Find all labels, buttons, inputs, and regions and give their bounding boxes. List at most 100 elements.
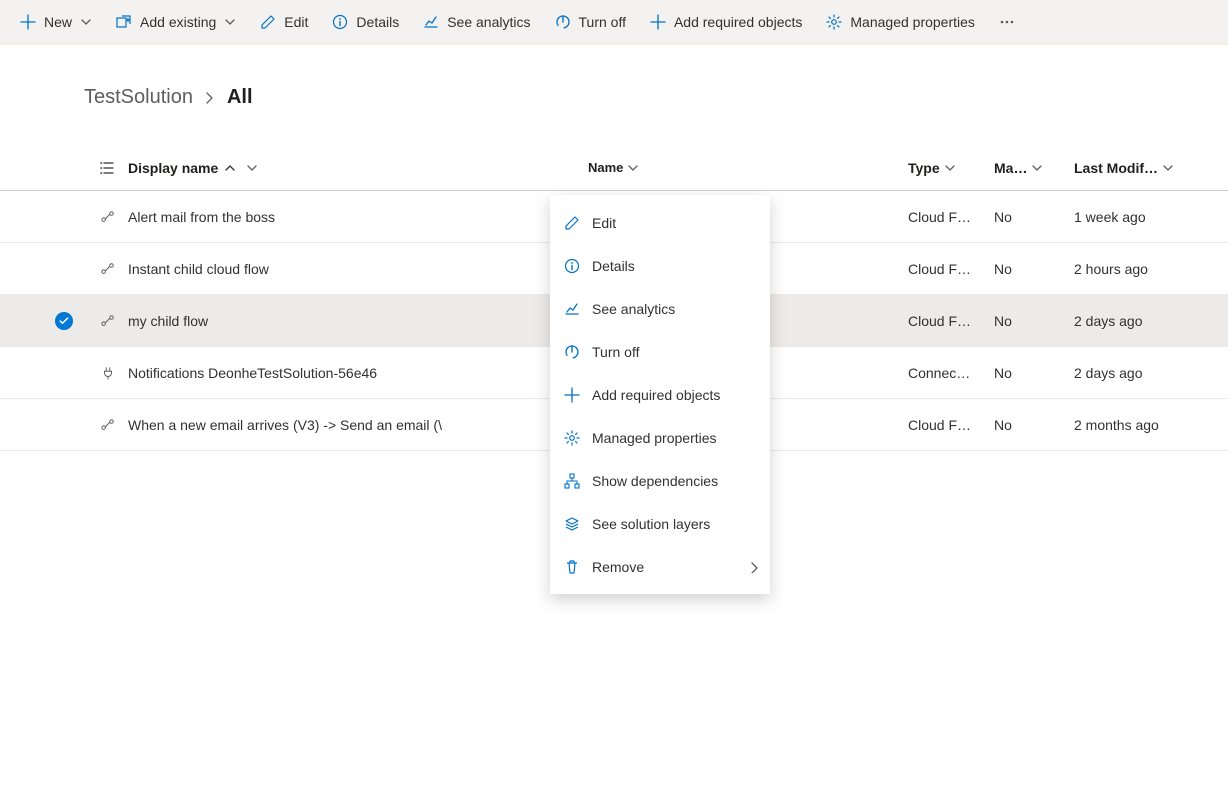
col-name-label: Name (588, 160, 623, 175)
edit-button[interactable]: Edit (248, 0, 320, 44)
flow-icon (101, 418, 115, 432)
ctx-add-required[interactable]: Add required objects (550, 373, 770, 416)
power-icon (564, 344, 580, 360)
row-selected-check-icon[interactable] (55, 312, 73, 330)
layers-icon (564, 516, 580, 532)
chevron-right-icon (203, 91, 217, 105)
row-managed: No (994, 417, 1012, 433)
col-type[interactable]: Type (908, 160, 994, 176)
ctx-analytics[interactable]: See analytics (550, 287, 770, 330)
new-label: New (44, 14, 72, 30)
row-type: Cloud F… (908, 261, 971, 277)
grid-header-row: Display name Name Type Ma… Last Modif… (0, 145, 1228, 191)
chart-icon (423, 14, 439, 30)
col-type-label: Type (908, 160, 940, 176)
col-display-name[interactable]: Display name (128, 160, 544, 176)
command-bar: New Add existing Edit Details See analyt… (0, 0, 1228, 44)
managed-properties-button[interactable]: Managed properties (814, 0, 987, 44)
chevron-down-icon (1162, 162, 1174, 174)
row-display-name: Instant child cloud flow (128, 261, 269, 277)
col-managed-label: Ma… (994, 160, 1027, 176)
add-existing-icon (116, 14, 132, 30)
row-type: Cloud F… (908, 417, 971, 433)
chevron-down-icon (80, 16, 92, 28)
col-display-name-label: Display name (128, 160, 218, 176)
ctx-managed-props[interactable]: Managed properties (550, 416, 770, 459)
row-display-name: When a new email arrives (V3) -> Send an… (128, 417, 442, 433)
row-modified: 2 hours ago (1074, 261, 1148, 277)
col-name[interactable]: Name (588, 160, 908, 175)
row-managed: No (994, 365, 1012, 381)
ctx-show-dependencies[interactable]: Show dependencies (550, 459, 770, 502)
ctx-turn-off[interactable]: Turn off (550, 330, 770, 373)
flow-icon (101, 262, 115, 276)
ctx-deps-label: Show dependencies (592, 473, 718, 489)
ctx-remove[interactable]: Remove (550, 545, 770, 588)
row-modified: 2 days ago (1074, 365, 1143, 381)
chevron-down-icon (224, 16, 236, 28)
list-icon[interactable] (100, 160, 116, 176)
analytics-label: See analytics (447, 14, 530, 30)
info-icon (332, 14, 348, 30)
ctx-details[interactable]: Details (550, 244, 770, 287)
col-modified-label: Last Modif… (1074, 160, 1158, 176)
row-managed: No (994, 261, 1012, 277)
add-existing-button[interactable]: Add existing (104, 0, 248, 44)
row-modified: 2 months ago (1074, 417, 1159, 433)
gear-icon (826, 14, 842, 30)
turn-off-button[interactable]: Turn off (543, 0, 638, 44)
ctx-turn-off-label: Turn off (592, 344, 639, 360)
row-display-name: Notifications DeonheTestSolution-56e46 (128, 365, 377, 381)
ctx-details-label: Details (592, 258, 635, 274)
info-icon (564, 258, 580, 274)
new-button[interactable]: New (8, 0, 104, 44)
row-type: Connec… (908, 365, 970, 381)
row-modified: 1 week ago (1074, 209, 1146, 225)
turn-off-label: Turn off (579, 14, 626, 30)
edit-label: Edit (284, 14, 308, 30)
more-horizontal-icon (999, 14, 1015, 30)
managed-props-label: Managed properties (850, 14, 975, 30)
details-button[interactable]: Details (320, 0, 411, 44)
chevron-down-icon (944, 162, 956, 174)
row-managed: No (994, 313, 1012, 329)
chart-icon (564, 301, 580, 317)
chevron-right-icon (748, 561, 760, 573)
see-analytics-button[interactable]: See analytics (411, 0, 542, 44)
chevron-down-icon (627, 162, 639, 174)
ctx-remove-label: Remove (592, 559, 644, 575)
add-existing-label: Add existing (140, 14, 216, 30)
ctx-solution-layers[interactable]: See solution layers (550, 502, 770, 545)
ctx-edit[interactable]: Edit (550, 201, 770, 244)
row-display-name: my child flow (128, 313, 208, 329)
chevron-down-icon (246, 162, 258, 174)
edit-icon (260, 14, 276, 30)
edit-icon (564, 215, 580, 231)
trash-icon (564, 559, 580, 575)
breadcrumb-current: All (227, 86, 253, 109)
dependency-tree-icon (564, 473, 580, 489)
row-display-name: Alert mail from the boss (128, 209, 275, 225)
ctx-analytics-label: See analytics (592, 301, 675, 317)
plus-icon (564, 387, 580, 403)
row-context-menu: Edit Details See analytics Turn off Add … (550, 195, 770, 594)
row-managed: No (994, 209, 1012, 225)
plus-icon (20, 14, 36, 30)
ctx-edit-label: Edit (592, 215, 616, 231)
ctx-add-req-label: Add required objects (592, 387, 720, 403)
ctx-layers-label: See solution layers (592, 516, 710, 532)
row-modified: 2 days ago (1074, 313, 1143, 329)
gear-icon (564, 430, 580, 446)
power-icon (555, 14, 571, 30)
connection-icon (101, 366, 115, 380)
col-managed[interactable]: Ma… (994, 160, 1074, 176)
breadcrumb-solution[interactable]: TestSolution (84, 86, 193, 109)
overflow-button[interactable] (987, 0, 1027, 44)
plus-icon (650, 14, 666, 30)
chevron-down-icon (1031, 162, 1043, 174)
col-modified[interactable]: Last Modif… (1074, 160, 1228, 176)
add-req-label: Add required objects (674, 14, 802, 30)
add-required-objects-button[interactable]: Add required objects (638, 0, 814, 44)
row-type: Cloud F… (908, 209, 971, 225)
details-label: Details (356, 14, 399, 30)
